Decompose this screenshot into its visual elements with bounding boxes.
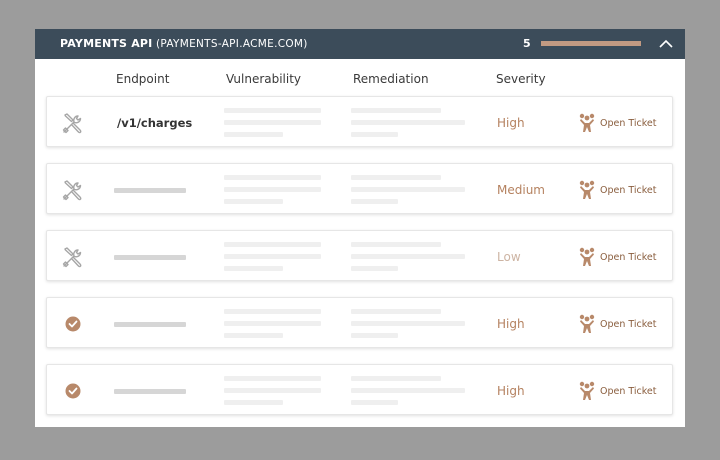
open-ticket-button[interactable]: Open Ticket — [579, 380, 657, 402]
ticket-person-icon — [579, 180, 595, 199]
vulnerability-placeholder — [224, 108, 321, 113]
issue-progress-fill — [541, 41, 641, 46]
service-name: PAYMENTS API — [60, 37, 153, 50]
open-ticket-button[interactable]: Open Ticket — [579, 246, 657, 268]
ticket-person-icon — [579, 381, 595, 400]
open-ticket-label: Open Ticket — [600, 117, 657, 129]
remediation-placeholder — [351, 175, 441, 180]
endpoint-placeholder — [114, 389, 186, 394]
vulnerability-placeholder — [224, 187, 321, 192]
issue-progress-bar — [541, 41, 641, 46]
panel-header: PAYMENTS API (PAYMENTS-API.ACME.COM) 5 — [35, 29, 685, 59]
endpoint-placeholder — [114, 255, 186, 260]
finding-row[interactable]: High Open Ticket — [46, 297, 673, 348]
service-host: (PAYMENTS-API.ACME.COM) — [155, 38, 308, 50]
severity-label: High — [497, 116, 525, 130]
ticket-person-icon — [579, 113, 595, 132]
vulnerability-placeholder — [224, 199, 283, 204]
vulnerability-placeholder — [224, 242, 321, 247]
vulnerability-placeholder — [224, 120, 321, 125]
open-ticket-button[interactable]: Open Ticket — [579, 112, 657, 134]
column-vulnerability: Vulnerability — [226, 72, 302, 86]
remediation-placeholder — [351, 309, 441, 314]
endpoint-label: /v1/charges — [117, 116, 193, 130]
open-ticket-label: Open Ticket — [600, 251, 657, 263]
remediation-placeholder — [351, 242, 441, 247]
vulnerability-placeholder — [224, 266, 283, 271]
remediation-placeholder — [351, 400, 398, 405]
severity-label: Low — [497, 250, 521, 264]
check-circle-icon — [61, 312, 85, 336]
ticket-person-icon — [579, 314, 595, 333]
open-ticket-label: Open Ticket — [600, 318, 657, 330]
remediation-placeholder — [351, 108, 441, 113]
finding-row[interactable]: Low Open Ticket — [46, 230, 673, 281]
issue-count: 5 — [523, 37, 531, 50]
remediation-placeholder — [351, 333, 398, 338]
remediation-placeholder — [351, 187, 465, 192]
tools-icon — [61, 178, 85, 202]
service-panel: PAYMENTS API (PAYMENTS-API.ACME.COM) 5 E… — [35, 29, 685, 427]
severity-label: High — [497, 317, 525, 331]
column-remediation: Remediation — [353, 72, 429, 86]
column-headers: Endpoint Vulnerability Remediation Sever… — [35, 59, 685, 95]
collapse-button[interactable] — [653, 34, 679, 54]
remediation-placeholder — [351, 388, 465, 393]
finding-row[interactable]: High Open Ticket — [46, 364, 673, 415]
open-ticket-label: Open Ticket — [600, 385, 657, 397]
remediation-placeholder — [351, 199, 398, 204]
remediation-placeholder — [351, 321, 465, 326]
panel-title: PAYMENTS API (PAYMENTS-API.ACME.COM) — [60, 29, 308, 59]
vulnerability-placeholder — [224, 309, 321, 314]
vulnerability-placeholder — [224, 376, 321, 381]
vulnerability-placeholder — [224, 132, 283, 137]
check-circle-icon — [61, 379, 85, 403]
vulnerability-placeholder — [224, 175, 321, 180]
remediation-placeholder — [351, 376, 441, 381]
finding-row[interactable]: Medium Open Ticket — [46, 163, 673, 214]
ticket-person-icon — [579, 247, 595, 266]
vulnerability-placeholder — [224, 254, 321, 259]
open-ticket-label: Open Ticket — [600, 184, 657, 196]
severity-label: High — [497, 384, 525, 398]
remediation-placeholder — [351, 254, 465, 259]
column-endpoint: Endpoint — [116, 72, 170, 86]
severity-label: Medium — [497, 183, 545, 197]
chevron-up-icon — [659, 39, 673, 48]
vulnerability-placeholder — [224, 400, 283, 405]
remediation-placeholder — [351, 132, 398, 137]
tools-icon — [61, 111, 85, 135]
remediation-placeholder — [351, 266, 398, 271]
endpoint-placeholder — [114, 322, 186, 327]
tools-icon — [61, 245, 85, 269]
column-severity: Severity — [496, 72, 546, 86]
open-ticket-button[interactable]: Open Ticket — [579, 313, 657, 335]
open-ticket-button[interactable]: Open Ticket — [579, 179, 657, 201]
vulnerability-placeholder — [224, 321, 321, 326]
endpoint-placeholder — [114, 188, 186, 193]
finding-row[interactable]: /v1/charges High Open Ticket — [46, 96, 673, 147]
remediation-placeholder — [351, 120, 465, 125]
vulnerability-placeholder — [224, 333, 283, 338]
vulnerability-placeholder — [224, 388, 321, 393]
